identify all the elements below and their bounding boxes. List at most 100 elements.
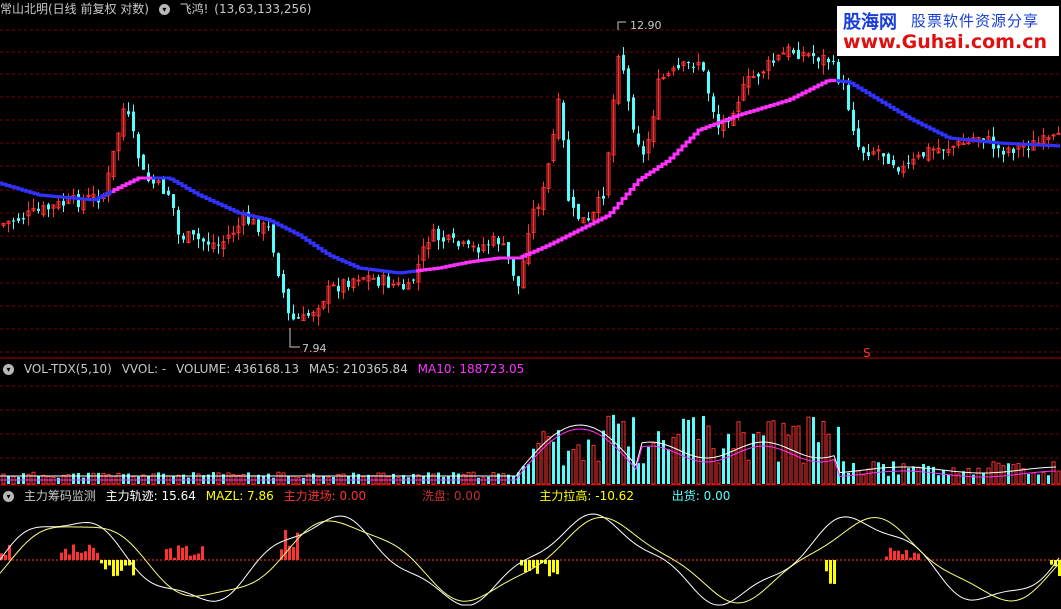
ma-step (644, 173, 648, 179)
indicator-name[interactable]: 飞鸿! (180, 2, 209, 16)
ma-step (420, 268, 424, 272)
candle-body (452, 233, 455, 238)
volume-bar (692, 417, 695, 484)
chip-red-bar (885, 556, 888, 560)
dropdown-icon[interactable]: ▾ (3, 491, 14, 502)
candle-body (37, 208, 40, 211)
volume-bar (786, 434, 791, 485)
ma-step (784, 99, 788, 104)
ma-step (300, 233, 304, 240)
volume-bar (657, 431, 660, 484)
candle-body (437, 228, 440, 241)
volume-bar (706, 425, 711, 485)
sell-marker: S (863, 346, 871, 360)
candle-body (692, 66, 695, 68)
volume-bar (947, 474, 950, 484)
ma-step (632, 183, 636, 191)
volume-bar (617, 423, 620, 484)
mazl-value: MAZL: 7.86 (205, 489, 274, 503)
volume-bar (856, 470, 861, 485)
ma-step (400, 271, 404, 275)
volume-bar (381, 472, 386, 485)
dropdown-icon[interactable]: ▾ (158, 4, 170, 15)
ma-step (728, 116, 732, 121)
chip-red-bar (173, 557, 176, 560)
candle-body (712, 96, 715, 112)
volume-bar (527, 464, 530, 484)
ma-step (556, 238, 560, 244)
candle-body (501, 243, 506, 246)
volume-bar (91, 472, 96, 485)
candle-body (687, 62, 690, 64)
volume-bar (702, 416, 705, 484)
volume-bar (662, 440, 665, 484)
ma-step (112, 188, 116, 193)
ma-step (668, 156, 672, 163)
ma-step (720, 119, 724, 124)
volume-bar (651, 442, 656, 485)
ma-step (104, 192, 108, 197)
ma-step (752, 108, 756, 113)
ma-step (680, 144, 684, 152)
dropdown-icon[interactable]: ▾ (3, 364, 14, 375)
ma-step (524, 253, 528, 258)
ma-step (340, 257, 344, 263)
candle-body (77, 194, 80, 208)
ma-step (932, 127, 936, 133)
candle-body (497, 238, 500, 245)
chip-red-bar (917, 553, 920, 560)
ma-step (428, 267, 432, 271)
ma-step (16, 186, 20, 191)
ma-step (328, 252, 332, 258)
ma-step (672, 152, 676, 160)
chip-red-bar (76, 551, 79, 560)
ma-step (848, 80, 852, 85)
candle-body (892, 160, 895, 166)
stock-chart-canvas[interactable]: 12.90 7.94 S (0, 0, 1061, 609)
volume-bar (882, 464, 885, 484)
wash-value: 洗盘: 0.00 (422, 489, 481, 503)
chip-yellow-bar (108, 560, 111, 566)
candle-body (622, 54, 625, 71)
chip-indicator-name[interactable]: 主力筹码监测 (24, 489, 96, 503)
ma-step (184, 184, 188, 190)
volume-bar (637, 463, 640, 484)
volume-bar (82, 477, 85, 484)
volume-value: VOLUME: 436168.13 (176, 362, 300, 376)
volume-bar (986, 467, 991, 485)
ma-step (696, 128, 700, 136)
ma-step (232, 207, 236, 213)
volume-bar (101, 472, 106, 485)
logo-slogan: 股票软件资源分享 (911, 12, 1040, 30)
ma-step (272, 219, 276, 225)
ma-step (824, 79, 828, 85)
volume-bar (72, 473, 75, 484)
ma-step (912, 117, 916, 123)
volume-bar (187, 477, 190, 484)
main-panel-title[interactable]: 常山北明(日线 前复权 对数) (0, 2, 149, 16)
chip-red-bar (181, 547, 184, 560)
ma-step (168, 176, 172, 181)
ma-step (528, 251, 532, 257)
candle-body (1051, 134, 1056, 137)
ma-step (312, 241, 316, 248)
candle-body (951, 145, 956, 148)
ma-step (360, 266, 364, 270)
ma-step (132, 178, 136, 184)
track-value: 主力轨迹: 15.64 (105, 489, 196, 503)
ma-step (892, 105, 896, 112)
ma-step (116, 186, 120, 192)
candle-body (172, 194, 175, 209)
volume-bar (151, 473, 156, 485)
volume-bar (591, 444, 596, 485)
candle-body (292, 313, 295, 320)
volume-bar (1051, 461, 1056, 485)
ma-step (772, 102, 776, 107)
volume-indicator-name[interactable]: VOL-TDX(5,10) (24, 362, 112, 376)
volume-bar (77, 472, 80, 484)
chip-yellow-bar (1050, 560, 1053, 565)
chip-yellow-bar (532, 560, 535, 568)
candle-body (471, 245, 476, 248)
ma-step (792, 95, 796, 101)
ma-step (924, 123, 928, 129)
